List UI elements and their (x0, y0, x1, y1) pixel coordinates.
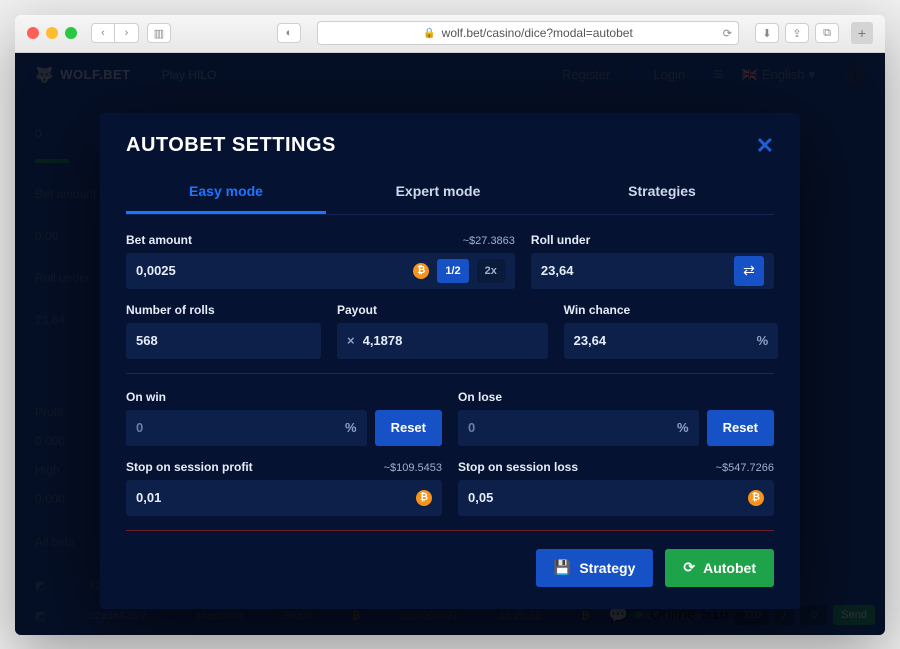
window-controls (27, 27, 77, 39)
close-icon[interactable]: ✕ (756, 133, 774, 159)
back-button[interactable]: ‹ (91, 23, 115, 43)
stopprofit-label: Stop on session profit (126, 460, 253, 474)
onwin-suffix: % (345, 420, 357, 435)
browser-window: ‹ › ▥ ◐ 🔒 wolf.bet/casino/dice?modal=aut… (15, 15, 885, 635)
reload-icon[interactable]: ⟳ (723, 27, 732, 40)
half-button[interactable]: 1/2 (437, 259, 468, 283)
divider-warning (126, 530, 774, 531)
history-nav: ‹ › (91, 23, 139, 43)
shield-icon[interactable]: ◐ (277, 23, 301, 43)
strategy-button[interactable]: 💾 Strategy (536, 549, 653, 587)
modal-footer: 💾 Strategy ⟳ Autobet (126, 549, 774, 587)
payout-prefix: × (347, 333, 355, 348)
modal-tabs: Easy mode Expert mode Strategies (126, 173, 774, 215)
forward-button[interactable]: › (115, 23, 139, 43)
onlose-suffix: % (677, 420, 689, 435)
modal-overlay[interactable]: AUTOBET SETTINGS ✕ Easy mode Expert mode… (15, 53, 885, 635)
download-icon[interactable]: ⬇ (755, 23, 779, 43)
bet-amount-field[interactable]: ₿ 1/2 2x (126, 253, 515, 289)
sidebar-button[interactable]: ▥ (147, 23, 171, 43)
swap-icon[interactable]: ⇄ (734, 256, 764, 286)
page: 🐺 WOLF.BET Play HILO Register Login ≡ 🇬🇧… (15, 53, 885, 635)
bet-amount-label: Bet amount (126, 233, 192, 247)
stoploss-usd: ~$547.7266 (716, 462, 774, 474)
payout-input[interactable] (363, 333, 538, 348)
close-window-icon[interactable] (27, 27, 39, 39)
stoploss-input[interactable] (468, 490, 740, 505)
onwin-input[interactable] (136, 420, 337, 435)
onlose-label: On lose (458, 390, 774, 404)
minimize-window-icon[interactable] (46, 27, 58, 39)
roll-under-field[interactable]: ⇄ (531, 253, 774, 289)
autobet-button[interactable]: ⟳ Autobet (665, 549, 774, 587)
roll-under-label: Roll under (531, 233, 590, 247)
modal-title: AUTOBET SETTINGS (126, 134, 336, 157)
zoom-window-icon[interactable] (65, 27, 77, 39)
refresh-icon: ⟳ (683, 559, 695, 576)
winchance-field[interactable]: % (564, 323, 779, 359)
btc-icon: ₿ (416, 490, 432, 506)
rolls-input[interactable] (136, 333, 311, 348)
stoploss-label: Stop on session loss (458, 460, 578, 474)
tab-easy-mode[interactable]: Easy mode (126, 173, 326, 214)
stopprofit-usd: ~$109.5453 (384, 462, 442, 474)
onwin-reset-button[interactable]: Reset (375, 410, 442, 446)
winchance-input[interactable] (574, 333, 749, 348)
share-icon[interactable]: ⇪ (785, 23, 809, 43)
onwin-field[interactable]: % (126, 410, 367, 446)
browser-tools: ⬇ ⇪ ⧉ (755, 23, 839, 43)
stoploss-field[interactable]: ₿ (458, 480, 774, 516)
address-bar[interactable]: 🔒 wolf.bet/casino/dice?modal=autobet ⟳ (317, 21, 739, 45)
onlose-input[interactable] (468, 420, 669, 435)
url-text: wolf.bet/casino/dice?modal=autobet (442, 26, 633, 40)
save-icon: 💾 (554, 559, 571, 576)
payout-label: Payout (337, 303, 548, 317)
rolls-label: Number of rolls (126, 303, 321, 317)
browser-chrome: ‹ › ▥ ◐ 🔒 wolf.bet/casino/dice?modal=aut… (15, 15, 885, 53)
onlose-reset-button[interactable]: Reset (707, 410, 774, 446)
payout-field[interactable]: × (337, 323, 548, 359)
autobet-modal: AUTOBET SETTINGS ✕ Easy mode Expert mode… (100, 113, 800, 609)
roll-under-input[interactable] (541, 263, 726, 278)
strategy-label: Strategy (579, 560, 635, 576)
stopprofit-field[interactable]: ₿ (126, 480, 442, 516)
lock-icon: 🔒 (423, 28, 435, 39)
rolls-field[interactable] (126, 323, 321, 359)
onlose-field[interactable]: % (458, 410, 699, 446)
winchance-suffix: % (757, 333, 769, 348)
btc-icon: ₿ (748, 490, 764, 506)
bet-amount-usd: ~$27.3863 (463, 235, 515, 247)
divider (126, 373, 774, 374)
btc-icon: ₿ (413, 263, 429, 279)
new-tab-button[interactable]: + (851, 22, 873, 44)
stopprofit-input[interactable] (136, 490, 408, 505)
winchance-label: Win chance (564, 303, 779, 317)
tab-strategies[interactable]: Strategies (550, 173, 774, 214)
onwin-label: On win (126, 390, 442, 404)
bet-amount-input[interactable] (136, 263, 405, 278)
tab-expert-mode[interactable]: Expert mode (326, 173, 550, 214)
tabs-icon[interactable]: ⧉ (815, 23, 839, 43)
autobet-label: Autobet (703, 560, 756, 576)
double-button[interactable]: 2x (477, 259, 505, 283)
